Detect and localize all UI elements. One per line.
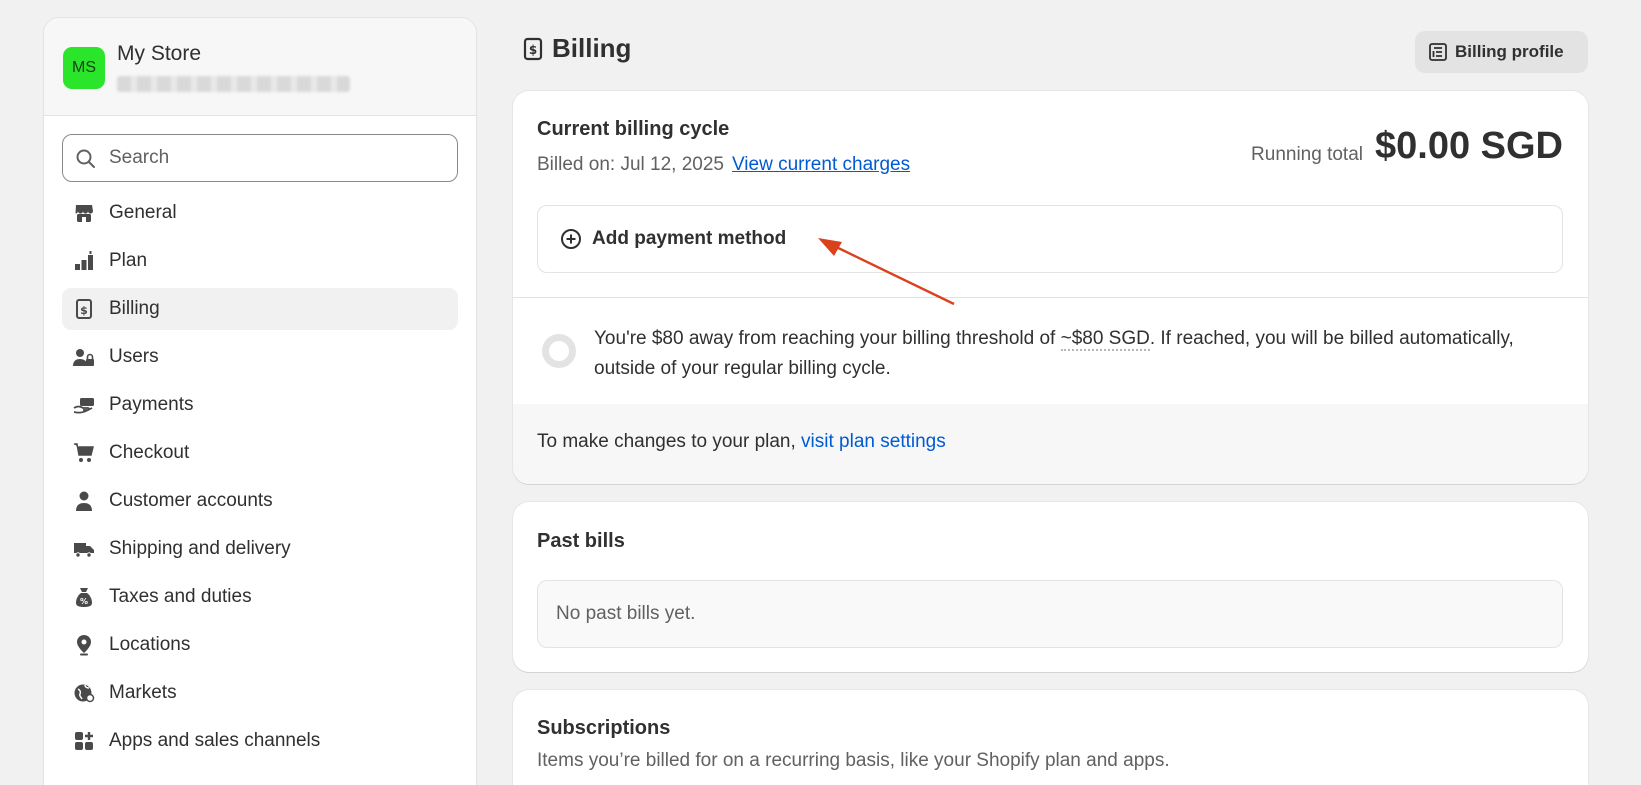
sidebar-item-label: General [109,202,177,223]
threshold-text-pre: You're $80 away from reaching your billi… [594,328,1061,349]
sidebar-item-billing[interactable]: $ Billing [62,288,458,330]
page-title: $ Billing [522,33,631,64]
past-bills-empty-state: No past bills yet. [537,580,1563,648]
sidebar-item-markets[interactable]: Markets [62,672,458,714]
plan-footer-text: To make changes to your plan, [537,431,802,452]
search-input[interactable] [109,135,449,181]
sidebar-item-label: Apps and sales channels [109,730,321,751]
running-total-value: $0.00 SGD [1375,125,1563,167]
payments-icon [72,393,96,417]
sidebar-item-taxes[interactable]: % Taxes and duties [62,576,458,618]
sidebar-item-checkout[interactable]: Checkout [62,432,458,474]
users-icon [72,345,96,369]
settings-sidebar: MS My Store General Plan $ Billing [43,17,477,785]
svg-text:$: $ [80,304,88,317]
sidebar-item-general[interactable]: General [62,192,458,234]
subscriptions-description: Items you’re billed for on a recurring b… [537,750,1170,771]
threshold-amount[interactable]: ~$80 SGD [1060,328,1150,351]
store-name: My Store [117,42,202,65]
receipt-icon: $ [523,37,543,60]
sidebar-item-locations[interactable]: Locations [62,624,458,666]
person-icon [72,489,96,513]
cart-icon [72,441,96,465]
threshold-message: You're $80 away from reaching your billi… [594,324,1524,384]
card-title: Subscriptions [537,717,671,739]
card-title: Past bills [537,530,625,552]
globe-icon [72,681,96,705]
plan-footer: To make changes to your plan, visit plan… [513,404,1588,484]
tax-bag-icon: % [72,585,96,609]
store-domain-redacted [117,76,350,92]
sidebar-item-label: Checkout [109,442,190,463]
plan-icon [72,249,96,273]
sidebar-item-shipping[interactable]: Shipping and delivery [62,528,458,570]
view-current-charges-link[interactable]: View current charges [732,154,910,175]
svg-text:$: $ [529,43,537,57]
store-header[interactable]: MS My Store [44,18,476,116]
sidebar-item-apps[interactable]: Apps and sales channels [62,720,458,762]
annotation-arrow [818,238,955,306]
subscriptions-card: Subscriptions Items you’re billed for on… [513,690,1588,785]
billed-on: Billed on: Jul 12, 2025 View current char… [537,154,910,176]
add-payment-method-button[interactable]: Add payment method [537,205,1563,273]
billing-profile-button[interactable]: Billing profile [1415,31,1588,73]
threshold-progress-ring [542,334,576,368]
divider [513,297,1588,298]
billing-profile-label: Billing profile [1455,42,1564,61]
sidebar-item-label: Payments [109,394,194,415]
sidebar-item-label: Customer accounts [109,490,273,511]
sidebar-item-customer-accounts[interactable]: Customer accounts [62,480,458,522]
sidebar-item-label: Markets [109,682,177,703]
add-circle-icon [561,229,581,249]
settings-nav: General Plan $ Billing Users Payments Ch… [62,192,458,768]
page-title-text: Billing [552,33,632,63]
sidebar-item-label: Shipping and delivery [109,538,291,559]
store-icon [72,201,96,225]
search-box[interactable] [62,134,458,182]
running-total-label: Running total [1251,144,1363,165]
current-billing-cycle-card: Current billing cycle Billed on: Jul 12,… [513,91,1588,484]
sidebar-item-payments[interactable]: Payments [62,384,458,426]
card-title: Current billing cycle [537,118,730,140]
location-pin-icon [72,633,96,657]
billed-on-date: Billed on: Jul 12, 2025 [537,154,724,175]
add-payment-method-label: Add payment method [592,228,787,249]
sidebar-item-label: Locations [109,634,191,655]
sidebar-item-users[interactable]: Users [62,336,458,378]
sidebar-item-label: Users [109,346,159,367]
search-icon [76,149,95,168]
svg-text:%: % [80,597,88,606]
store-avatar: MS [63,47,105,89]
receipt-icon: $ [72,297,96,321]
apps-icon [72,729,96,753]
past-bills-card: Past bills No past bills yet. [513,502,1588,672]
truck-icon [72,537,96,561]
sidebar-item-label: Plan [109,250,148,271]
sidebar-item-plan[interactable]: Plan [62,240,458,282]
billing-profile-icon [1429,43,1447,61]
visit-plan-settings-link[interactable]: visit plan settings [801,431,946,452]
sidebar-item-label: Taxes and duties [109,586,252,607]
sidebar-item-label: Billing [109,298,160,319]
